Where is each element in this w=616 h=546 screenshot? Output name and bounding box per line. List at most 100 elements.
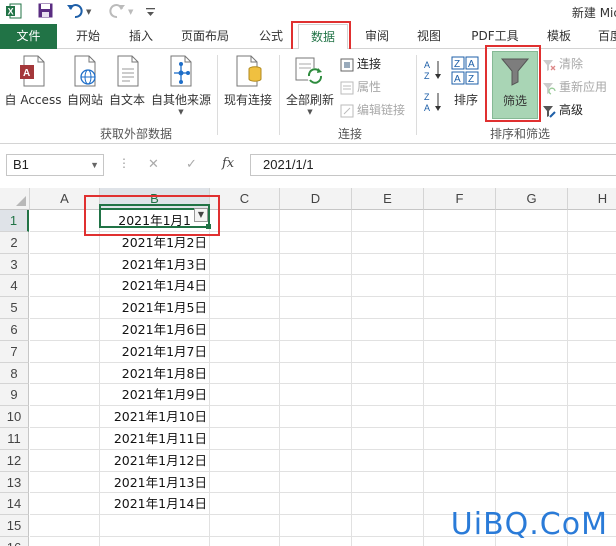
cell-a13[interactable] bbox=[30, 471, 100, 494]
cell-c16[interactable] bbox=[210, 537, 280, 546]
cell-h2[interactable] bbox=[568, 232, 616, 254]
cell-e11[interactable] bbox=[352, 428, 424, 450]
cell-a14[interactable] bbox=[30, 493, 100, 516]
cell-d13[interactable] bbox=[280, 471, 352, 494]
row-header-6[interactable]: 6 bbox=[0, 319, 29, 341]
cell-c13[interactable] bbox=[210, 471, 280, 494]
cell-a8[interactable] bbox=[30, 362, 100, 385]
spreadsheet-grid[interactable]: ABCDEFGH 12345678910111213141516 2021年1月… bbox=[0, 188, 616, 546]
cell-h11[interactable] bbox=[568, 428, 616, 450]
cell-f9[interactable] bbox=[424, 384, 496, 407]
cell-c6[interactable] bbox=[210, 319, 280, 341]
cell-d2[interactable] bbox=[280, 231, 352, 254]
cell-d9[interactable] bbox=[280, 384, 352, 407]
cell-b5[interactable]: 2021年1月5日 bbox=[100, 297, 210, 319]
cell-h3[interactable] bbox=[568, 254, 616, 276]
cell-e3[interactable] bbox=[352, 253, 424, 276]
name-box-dropdown-icon[interactable]: ▼ bbox=[90, 155, 99, 175]
cell-a9[interactable] bbox=[30, 384, 100, 407]
cell-e14[interactable] bbox=[352, 493, 424, 516]
cell-e4[interactable] bbox=[352, 275, 424, 298]
sort-descending-button[interactable]: ZA bbox=[424, 91, 444, 113]
cell-b4[interactable]: 2021年1月4日 bbox=[100, 275, 210, 298]
cell-c4[interactable] bbox=[210, 275, 280, 298]
cell-a6[interactable] bbox=[30, 319, 100, 341]
enter-icon[interactable]: ✓ bbox=[186, 157, 197, 172]
cell-d12[interactable] bbox=[280, 449, 352, 472]
cell-a1[interactable] bbox=[30, 210, 100, 232]
cell-c8[interactable] bbox=[210, 362, 280, 385]
cancel-icon[interactable]: ✕ bbox=[148, 157, 159, 172]
filter-dropdown-icon[interactable]: ▼ bbox=[194, 208, 208, 222]
row-header-12[interactable]: 12 bbox=[0, 449, 29, 472]
row-header-5[interactable]: 5 bbox=[0, 297, 29, 319]
cell-h10[interactable] bbox=[568, 406, 616, 428]
row-header-2[interactable]: 2 bbox=[0, 231, 29, 254]
cell-c5[interactable] bbox=[210, 297, 280, 319]
tab-home[interactable]: 开始 bbox=[63, 24, 113, 49]
cell-b9[interactable]: 2021年1月9日 bbox=[100, 384, 210, 407]
cell-h12[interactable] bbox=[568, 450, 616, 472]
cell-d6[interactable] bbox=[280, 319, 352, 341]
row-header-1[interactable]: 1 bbox=[0, 210, 29, 232]
cell-b7[interactable]: 2021年1月7日 bbox=[100, 340, 210, 363]
cell-f13[interactable] bbox=[424, 471, 496, 494]
cell-d8[interactable] bbox=[280, 362, 352, 385]
row-header-13[interactable]: 13 bbox=[0, 471, 29, 494]
cell-g13[interactable] bbox=[496, 471, 568, 494]
from-other-sources-button[interactable]: 自其他来源 ▼ bbox=[148, 55, 214, 116]
cell-g5[interactable] bbox=[496, 297, 568, 319]
cell-e10[interactable] bbox=[352, 406, 424, 428]
row-header-14[interactable]: 14 bbox=[0, 493, 29, 516]
column-header-h[interactable]: H bbox=[568, 188, 616, 210]
row-header-16[interactable]: 16 bbox=[0, 537, 29, 546]
cell-b13[interactable]: 2021年1月13日 bbox=[100, 471, 210, 494]
cell-a4[interactable] bbox=[30, 275, 100, 298]
cell-e13[interactable] bbox=[352, 471, 424, 494]
cell-h9[interactable] bbox=[568, 384, 616, 407]
cell-d7[interactable] bbox=[280, 340, 352, 363]
cell-g12[interactable] bbox=[496, 449, 568, 472]
row-header-11[interactable]: 11 bbox=[0, 428, 29, 450]
tab-view[interactable]: 视图 bbox=[406, 24, 452, 49]
cell-e8[interactable] bbox=[352, 362, 424, 385]
filter-button[interactable]: 筛选 bbox=[492, 51, 538, 119]
cell-f6[interactable] bbox=[424, 319, 496, 341]
row-header-15[interactable]: 15 bbox=[0, 515, 29, 537]
cell-e6[interactable] bbox=[352, 319, 424, 341]
cell-c12[interactable] bbox=[210, 449, 280, 472]
existing-connections-button[interactable]: 现有连接 bbox=[220, 55, 276, 108]
cell-g4[interactable] bbox=[496, 275, 568, 298]
sort-ascending-button[interactable]: AZ bbox=[424, 59, 444, 81]
advanced-filter-button[interactable]: 高级 bbox=[542, 101, 583, 119]
tab-templates[interactable]: 模板 bbox=[534, 24, 584, 49]
cell-e12[interactable] bbox=[352, 449, 424, 472]
cell-b2[interactable]: 2021年1月2日 bbox=[100, 231, 210, 254]
refresh-all-button[interactable]: 全部刷新 ▼ bbox=[284, 55, 336, 116]
cell-d4[interactable] bbox=[280, 275, 352, 298]
cell-f11[interactable] bbox=[424, 428, 496, 450]
row-header-9[interactable]: 9 bbox=[0, 384, 29, 407]
cell-g7[interactable] bbox=[496, 340, 568, 363]
cell-e2[interactable] bbox=[352, 231, 424, 254]
cell-a15[interactable] bbox=[30, 515, 100, 537]
tab-pdf-tools[interactable]: PDF工具 bbox=[462, 24, 528, 49]
row-header-4[interactable]: 4 bbox=[0, 275, 29, 298]
cell-f1[interactable] bbox=[424, 210, 496, 232]
cell-a11[interactable] bbox=[30, 428, 100, 450]
save-icon[interactable] bbox=[38, 3, 53, 21]
cell-d14[interactable] bbox=[280, 493, 352, 516]
tab-data[interactable]: 数据 bbox=[298, 24, 348, 50]
tab-insert[interactable]: 插入 bbox=[116, 24, 166, 49]
cell-d15[interactable] bbox=[280, 515, 352, 537]
cell-b12[interactable]: 2021年1月12日 bbox=[100, 449, 210, 472]
cell-e9[interactable] bbox=[352, 384, 424, 407]
cell-e5[interactable] bbox=[352, 297, 424, 319]
cell-g9[interactable] bbox=[496, 384, 568, 407]
cell-b14[interactable]: 2021年1月14日 bbox=[100, 493, 210, 516]
cell-b8[interactable]: 2021年1月8日 bbox=[100, 362, 210, 385]
from-web-button[interactable]: 自网站 bbox=[64, 55, 106, 108]
cell-g3[interactable] bbox=[496, 253, 568, 276]
column-header-g[interactable]: G bbox=[496, 188, 568, 210]
tab-review[interactable]: 审阅 bbox=[354, 24, 400, 49]
